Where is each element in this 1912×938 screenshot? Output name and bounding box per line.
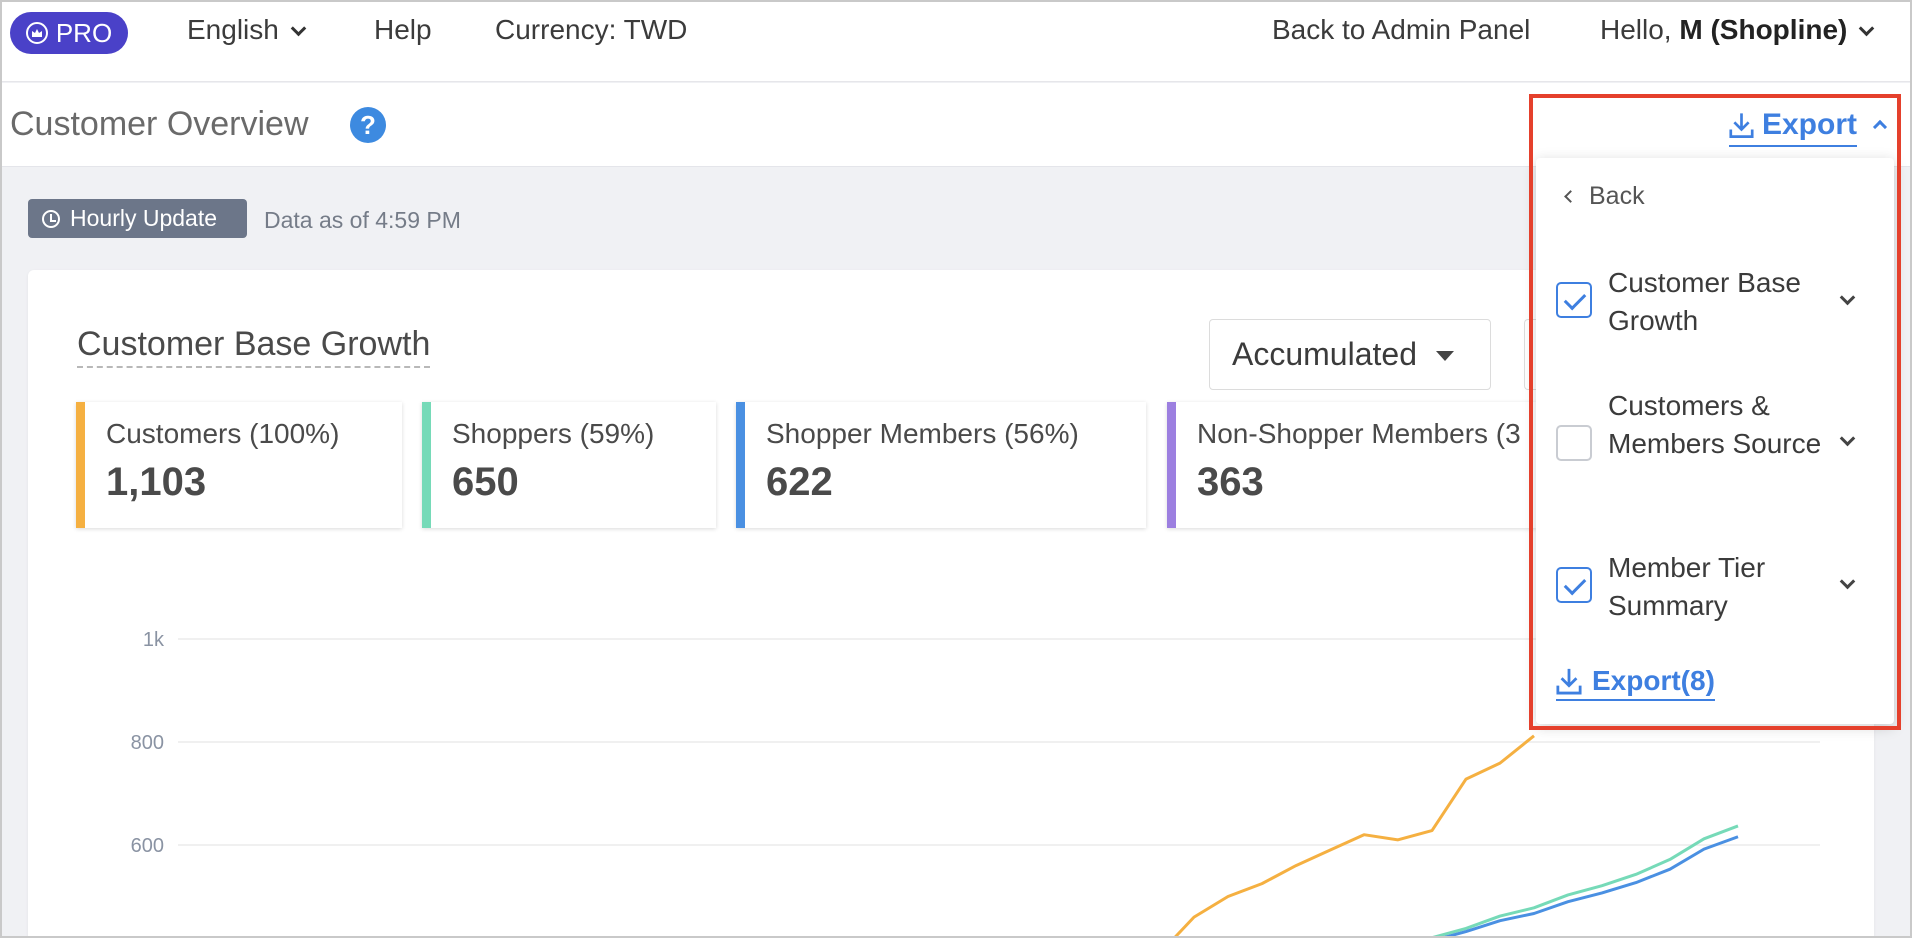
checkbox-unchecked[interactable] xyxy=(1556,425,1592,461)
back-label: Back xyxy=(1589,182,1645,210)
export-option-label: Customers & Members Source xyxy=(1608,390,1822,459)
export-option-member-tier-summary[interactable]: Member Tier Summary xyxy=(1556,549,1876,629)
export-label: Export xyxy=(1761,108,1857,141)
chevron-down-icon[interactable] xyxy=(1839,430,1856,447)
export-option-customers-members-source[interactable]: Customers & Members Source xyxy=(1556,387,1876,507)
export-toggle[interactable]: Export xyxy=(1729,105,1857,147)
export-option-customer-base-growth[interactable]: Customer Base Growth xyxy=(1556,264,1876,344)
export-option-label: Customer Base Growth xyxy=(1608,267,1801,336)
chevron-down-icon[interactable] xyxy=(1839,289,1856,306)
y-tick-label: 1k xyxy=(143,629,165,651)
download-icon xyxy=(1556,668,1582,695)
chevron-left-icon xyxy=(1564,190,1577,203)
export-submit-label: Export(8) xyxy=(1592,665,1715,696)
export-submit-button[interactable]: Export(8) xyxy=(1556,665,1715,701)
download-icon xyxy=(1729,113,1754,138)
series-line-customers xyxy=(1172,734,1535,938)
y-tick-label: 600 xyxy=(131,835,164,857)
checkbox-checked[interactable] xyxy=(1556,282,1592,318)
export-option-label: Member Tier Summary xyxy=(1608,552,1766,621)
chevron-down-icon[interactable] xyxy=(1839,573,1856,590)
back-button[interactable]: Back xyxy=(1564,182,1645,211)
series-line-shoppers xyxy=(1425,824,1739,938)
checkbox-checked[interactable] xyxy=(1556,567,1592,603)
y-tick-label: 800 xyxy=(131,732,164,754)
